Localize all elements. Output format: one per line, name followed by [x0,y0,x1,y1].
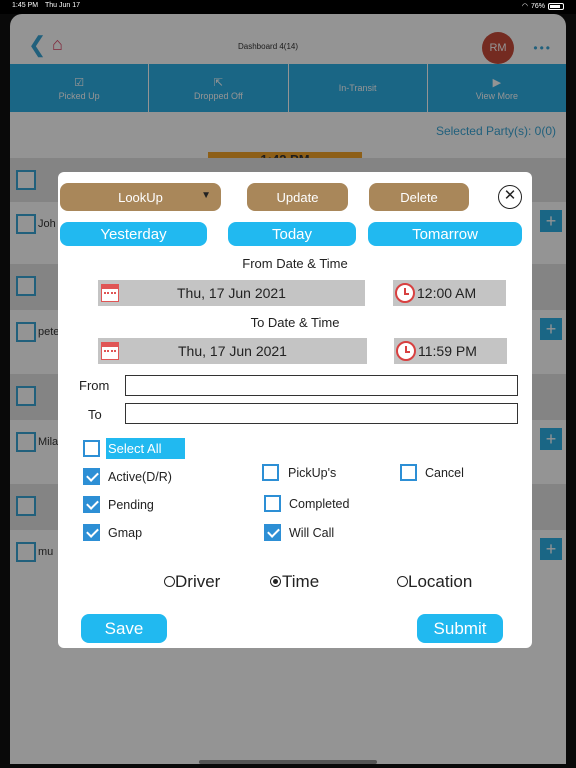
yesterday-button[interactable]: Yesterday [60,222,207,246]
location-label: Location [408,572,473,591]
cancel-label: Cancel [425,466,464,480]
location-radio[interactable] [397,576,408,587]
submit-button[interactable]: Submit [417,614,503,643]
cancel-checkbox[interactable] [400,464,417,481]
today-button[interactable]: Today [228,222,356,246]
pickups-label: PickUp's [288,466,337,480]
select-all-label[interactable]: Select All [106,438,185,459]
time-radio[interactable] [270,576,281,587]
status-bar: 1:45 PM Thu Jun 17 ◠ 76% [0,0,576,14]
will-call-label: Will Call [289,526,335,540]
gmap-checkbox[interactable] [83,524,100,541]
gmap-label: Gmap [108,526,143,540]
select-all-checkbox[interactable] [83,440,100,457]
status-date: Thu Jun 17 [45,2,81,9]
from-time-value: 12:00 AM [417,285,477,301]
to-time-value: 11:59 PM [418,343,477,359]
from-label: From [79,378,110,393]
from-location-input[interactable] [125,375,518,396]
home-indicator [199,760,377,764]
to-date-picker[interactable]: Thu, 17 Jun 2021 [98,338,367,364]
wifi-icon: ◠ [521,3,528,10]
completed-checkbox[interactable] [264,495,281,512]
to-location-input[interactable] [125,403,518,424]
from-date-picker[interactable]: Thu, 17 Jun 2021 [98,280,365,306]
save-button[interactable]: Save [81,614,167,643]
active-checkbox[interactable] [83,468,100,485]
battery-icon [548,2,564,10]
driver-label: Driver [175,572,221,591]
will-call-checkbox[interactable] [264,524,281,541]
close-icon[interactable]: ✕ [498,185,522,209]
pickups-checkbox[interactable] [262,464,279,481]
driver-radio[interactable] [164,576,175,587]
pending-label: Pending [108,498,154,512]
lookup-dropdown[interactable]: LookUp ▼ [60,183,221,211]
clock-icon [396,341,416,361]
clock-icon [395,283,415,303]
battery-text: 76% [530,2,545,10]
delete-button[interactable]: Delete [369,183,469,211]
active-label: Active(D/R) [108,470,172,484]
lookup-label: LookUp [118,189,163,205]
to-label: To [88,407,102,422]
update-button[interactable]: Update [247,183,348,211]
to-time-picker[interactable]: 11:59 PM [394,338,507,364]
time-label: Time [282,572,320,591]
from-time-picker[interactable]: 12:00 AM [393,280,506,306]
status-right: ◠ 76% [522,2,564,10]
filter-modal: LookUp ▼ Update Delete ✕ Yesterday Today… [58,172,532,648]
to-date-value: Thu, 17 Jun 2021 [178,343,287,359]
chevron-down-icon: ▼ [201,190,211,201]
to-date-heading: To Date & Time [250,315,340,330]
from-date-value: Thu, 17 Jun 2021 [177,285,286,301]
pending-checkbox[interactable] [83,496,100,513]
completed-label: Completed [289,497,350,511]
status-time: 1:45 PM [12,2,39,9]
tomorrow-button[interactable]: Tomarrow [368,222,522,246]
from-date-heading: From Date & Time [242,256,348,271]
